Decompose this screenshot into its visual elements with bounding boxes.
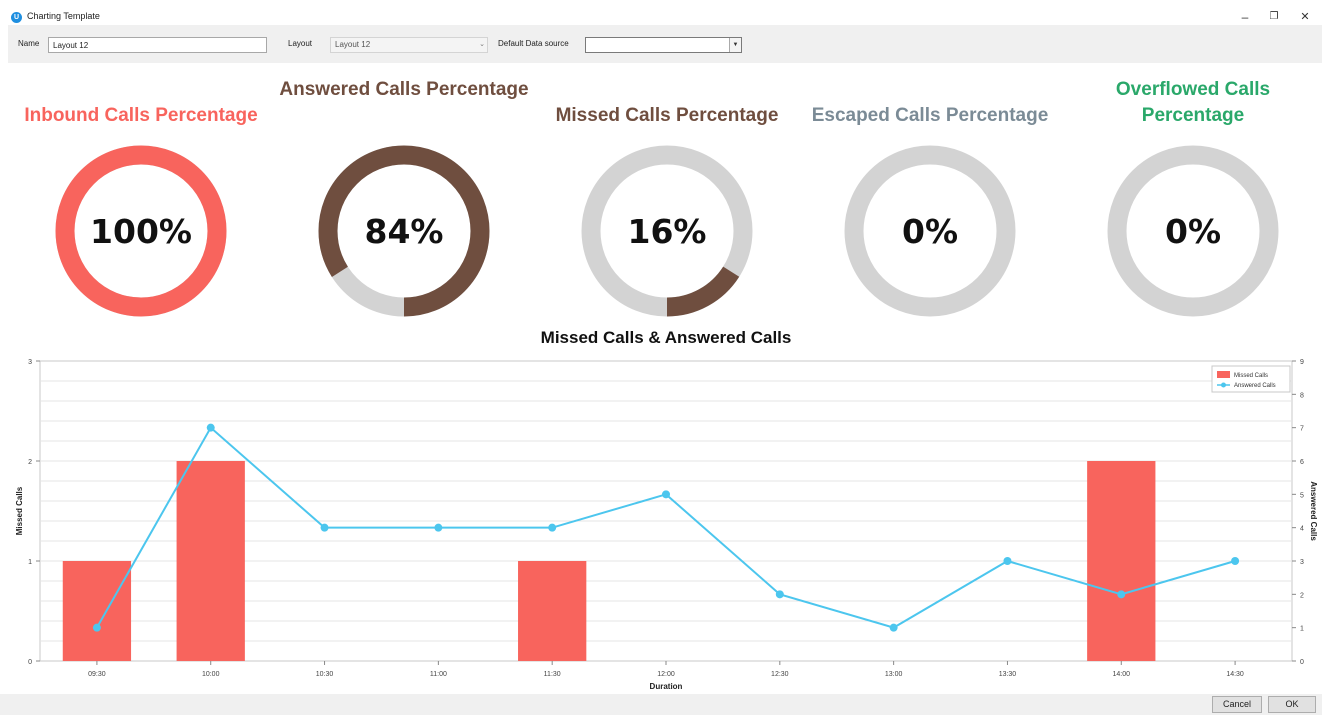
point-answered-calls: [662, 490, 670, 499]
layout-label: Layout: [288, 39, 313, 48]
y-tick-label: 0: [28, 659, 32, 666]
point-answered-calls: [434, 523, 443, 532]
chart-title: Missed Calls & Answered Calls: [540, 328, 792, 347]
y2-axis-title: Answered Calls: [1309, 481, 1318, 541]
restore-icon[interactable]: ❐: [1262, 8, 1286, 26]
y2-tick-label: 2: [1300, 592, 1304, 599]
donut-value: 100%: [90, 212, 192, 251]
donut-chart: 16%: [581, 145, 753, 317]
point-answered-calls: [548, 523, 557, 532]
kpi-title: Escaped Calls Percentage: [811, 105, 1049, 126]
donut-value: 0%: [1165, 212, 1221, 251]
x-tick-label: 14:30: [1226, 671, 1244, 678]
kpi-inbound: Inbound Calls Percentage 100%: [11, 75, 271, 325]
x-tick-label: 09:30: [88, 671, 106, 678]
layout-select-value: Layout 12: [335, 40, 371, 49]
kpi-title: Answered Calls Percentage: [279, 79, 529, 100]
dialog-footer: Cancel OK: [0, 694, 1322, 715]
donut-value: 84%: [365, 212, 444, 251]
x-axis-title: Duration: [650, 682, 683, 691]
point-answered-calls: [889, 623, 898, 632]
point-answered-calls: [1231, 557, 1240, 565]
bar-missed-calls: [518, 561, 587, 661]
donut-chart: 0%: [1107, 145, 1279, 317]
y2-tick-label: 1: [1300, 626, 1304, 633]
y-axis-title: Missed Calls: [15, 486, 24, 535]
point-answered-calls: [320, 523, 329, 532]
y2-tick-label: 9: [1300, 359, 1304, 366]
legend-swatch-missed: [1217, 371, 1230, 378]
minimize-icon[interactable]: –: [1233, 8, 1257, 26]
x-tick-label: 13:30: [999, 671, 1017, 678]
dropdown-arrow-icon[interactable]: ▼: [729, 38, 741, 52]
donut-chart: 0%: [844, 145, 1016, 317]
y-tick-label: 3: [28, 359, 32, 366]
x-tick-label: 11:00: [430, 671, 447, 678]
donut-value: 0%: [902, 212, 958, 251]
point-answered-calls: [206, 423, 215, 432]
y2-tick-label: 4: [1300, 526, 1304, 533]
datasource-label: Default Data source: [498, 39, 569, 48]
legend-label-answered: Answered Calls: [1234, 383, 1276, 389]
y2-tick-label: 3: [1300, 559, 1304, 566]
donut-value: 16%: [628, 212, 707, 251]
point-answered-calls: [1117, 590, 1126, 599]
y2-tick-label: 6: [1300, 459, 1304, 466]
kpi-title: Overflowed Calls Percentage: [1115, 79, 1271, 126]
x-tick-label: 11:30: [544, 671, 561, 678]
app-logo-icon: U: [11, 12, 22, 23]
chevron-down-icon: ⌄: [479, 41, 485, 48]
donut-chart: 84%: [318, 145, 490, 317]
kpi-escaped: Escaped Calls Percentage 0%: [800, 75, 1060, 325]
datasource-combo[interactable]: ▼: [585, 37, 742, 53]
kpi-title: Inbound Calls Percentage: [24, 105, 258, 126]
point-answered-calls: [1003, 557, 1012, 565]
legend-label-missed: Missed Calls: [1234, 373, 1268, 379]
datasource-value: [586, 44, 590, 53]
legend-swatch-answered-dot: [1221, 382, 1226, 388]
name-input[interactable]: [48, 37, 267, 53]
y-tick-label: 1: [28, 559, 32, 566]
y2-tick-label: 5: [1300, 492, 1304, 499]
x-tick-label: 12:30: [771, 671, 789, 678]
window-title: Charting Template: [27, 11, 100, 21]
bar-missed-calls: [1087, 461, 1156, 661]
bar-missed-calls: [62, 561, 132, 661]
template-toolbar: Name Layout Layout 12 ⌄ Default Data sou…: [8, 25, 1322, 63]
kpi-overflowed: Overflowed Calls Percentage 0%: [1063, 75, 1322, 325]
y2-tick-label: 0: [1300, 659, 1304, 666]
donut-chart: 100%: [55, 145, 227, 317]
missed-answered-chart: 0 1 2 3 0 1 2 3 4 5 6 7 8 9 Missed Calls Answered Calls…: [15, 359, 1318, 691]
ok-button[interactable]: OK: [1268, 696, 1316, 713]
point-answered-calls: [775, 590, 784, 599]
point-answered-calls: [92, 623, 101, 632]
x-tick-label: 12:00: [657, 671, 675, 678]
kpi-answered: Answered Calls Percentage 84%: [274, 75, 534, 325]
name-label: Name: [18, 39, 40, 48]
kpi-title: Missed Calls Percentage: [555, 105, 779, 126]
x-tick-label: 10:00: [202, 671, 220, 678]
cancel-button[interactable]: Cancel: [1212, 696, 1262, 713]
kpi-missed: Missed Calls Percentage 16%: [537, 75, 797, 325]
x-tick-label: 13:00: [885, 671, 903, 678]
y2-tick-label: 8: [1300, 392, 1304, 399]
bar-missed-calls: [176, 461, 245, 661]
x-tick-label: 14:00: [1113, 671, 1131, 678]
y2-tick-label: 7: [1300, 426, 1304, 433]
x-tick-label: 10:30: [316, 671, 334, 678]
y-tick-label: 2: [28, 459, 32, 466]
close-icon[interactable]: ✕: [1293, 8, 1317, 26]
layout-select[interactable]: Layout 12 ⌄: [330, 37, 488, 53]
